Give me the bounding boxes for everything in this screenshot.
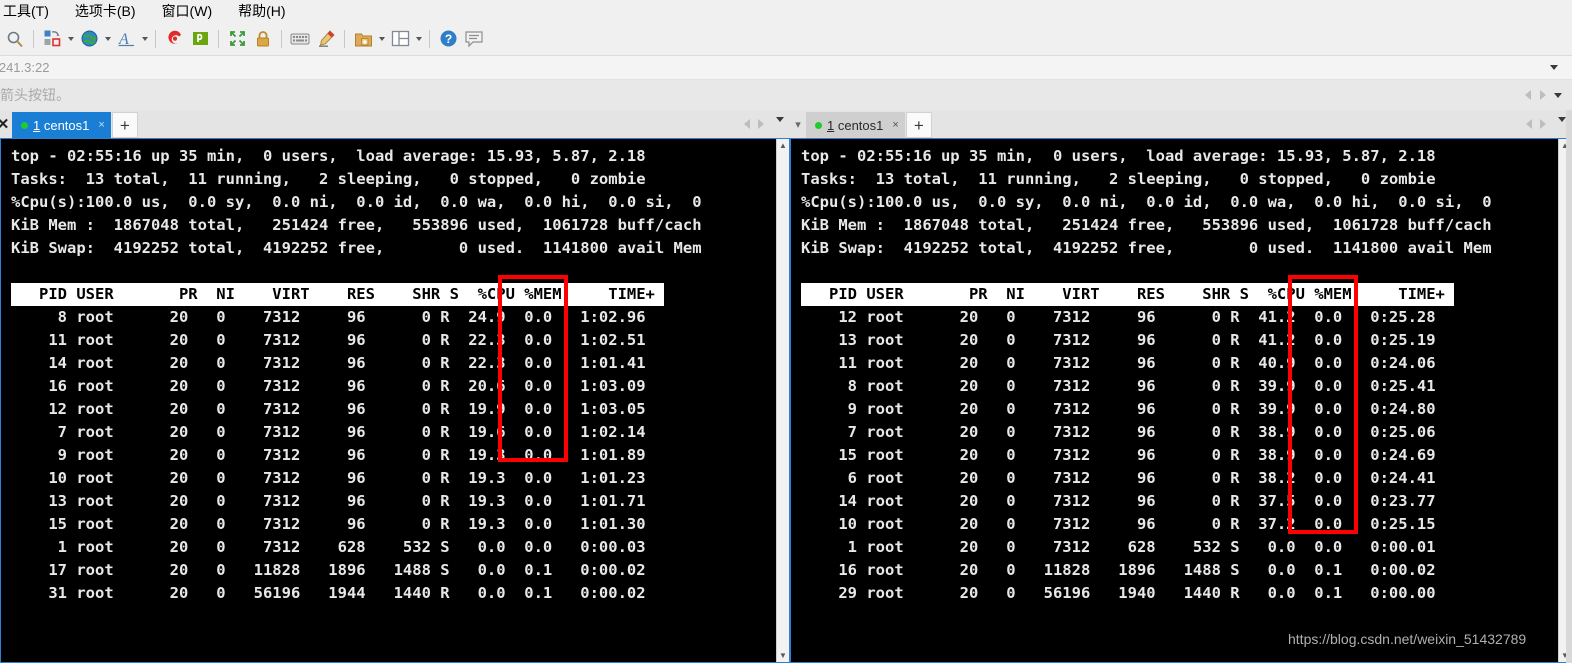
tab-strip-right: ▾ 1 centos1 × +	[790, 110, 1572, 138]
terminal-pane-left: ✕ 1 centos1 × + top - 02:55:16 up 35 min…	[0, 110, 790, 663]
tab-scroll-left-icon[interactable]	[744, 119, 750, 129]
app-window: 工具(T) 选项卡(B) 窗口(W) 帮助(H) A ? 241.3:22 箭头…	[0, 0, 1572, 663]
terminal-screen-right[interactable]: top - 02:55:16 up 35 min, 0 users, load …	[791, 139, 1558, 662]
terminal-text-right: top - 02:55:16 up 35 min, 0 users, load …	[801, 147, 1492, 602]
tab-close-icon-left[interactable]: ×	[98, 119, 104, 131]
highlighter-icon[interactable]	[313, 26, 339, 52]
toolbar-separator-5	[344, 29, 345, 48]
help-icon[interactable]: ?	[435, 26, 461, 52]
toolbar-separator-4	[281, 29, 282, 48]
search-icon[interactable]	[2, 26, 28, 52]
globe-chevron-down-icon[interactable]	[102, 26, 113, 52]
tab-centos1-right[interactable]: 1 centos1 ×	[806, 112, 905, 138]
chat-icon[interactable]	[461, 26, 487, 52]
window-right-edge	[1566, 110, 1572, 663]
address-chevron-down-icon[interactable]	[1550, 65, 1558, 70]
toolbar-separator-3	[218, 29, 219, 48]
tab-centos1-left[interactable]: 1 centos1 ×	[12, 112, 111, 138]
nav-next-icon[interactable]	[1540, 90, 1546, 100]
tab-status-dot-right	[815, 121, 822, 129]
address-bar[interactable]: 4.241.3:22	[0, 56, 1572, 80]
tab-nav-left[interactable]	[744, 110, 790, 138]
terminal-scrollbar-left[interactable]: ▲ ▼	[776, 139, 789, 662]
toolbar-separator-1	[33, 29, 34, 48]
menu-window[interactable]: 窗口(W)	[149, 0, 226, 22]
menu-tools[interactable]: 工具(T)	[0, 0, 62, 22]
terminal-window-right[interactable]: top - 02:55:16 up 35 min, 0 users, load …	[790, 138, 1572, 663]
terminal-screen-left[interactable]: top - 02:55:16 up 35 min, 0 users, load …	[1, 139, 776, 662]
tab-list-chevron-down-icon-right[interactable]	[1558, 116, 1566, 122]
lock-icon[interactable]	[250, 26, 276, 52]
tab-name-right: centos1	[834, 117, 884, 133]
session-manager-icon[interactable]	[39, 26, 65, 52]
tab-scroll-right-icon[interactable]	[758, 119, 764, 129]
new-tab-button-right[interactable]: +	[905, 112, 932, 138]
menu-tabs[interactable]: 选项卡(B)	[62, 0, 149, 22]
nav-prev-icon[interactable]	[1525, 90, 1531, 100]
tab-list-chevron-down-icon[interactable]	[776, 116, 784, 122]
svg-text:?: ?	[444, 32, 451, 46]
font-icon[interactable]: A	[113, 26, 139, 52]
tab-close-icon-right[interactable]: ×	[892, 119, 898, 131]
watermark: https://blog.csdn.net/weixin_51432789	[1288, 631, 1527, 647]
address-text: 4.241.3:22	[0, 60, 50, 75]
scrollbar-up-icon-left[interactable]: ▲	[777, 139, 789, 152]
tab-scroll-right-icon-right[interactable]	[1540, 119, 1546, 129]
terminal-window-left[interactable]: top - 02:55:16 up 35 min, 0 users, load …	[0, 138, 790, 663]
keyboard-icon[interactable]	[287, 26, 313, 52]
fullscreen-icon[interactable]	[224, 26, 250, 52]
new-tab-button-left[interactable]: +	[111, 112, 138, 138]
layout-chevron-down-icon[interactable]	[413, 26, 424, 52]
pane-close-icon-left[interactable]: ✕	[0, 110, 12, 138]
hint-nav-arrows[interactable]	[1525, 90, 1546, 100]
xagent-icon[interactable]	[187, 26, 213, 52]
pane-close-icon-right[interactable]: ▾	[790, 110, 806, 138]
toolbar-separator-2	[155, 29, 156, 48]
scrollbar-down-icon-left[interactable]: ▼	[777, 649, 789, 662]
new-tab-chevron-down-icon[interactable]	[376, 26, 387, 52]
tab-status-dot-left	[21, 121, 28, 129]
hint-text: 的箭头按钮。	[0, 87, 70, 103]
font-chevron-down-icon[interactable]	[139, 26, 150, 52]
terminal-pane-right: ▾ 1 centos1 × + top - 02:55:16 up 35 min…	[790, 110, 1572, 663]
tab-label-left: 1 centos1	[33, 118, 89, 133]
toolbar: A ?	[0, 22, 1572, 56]
menu-help[interactable]: 帮助(H)	[225, 0, 298, 22]
menu-bar: 工具(T) 选项卡(B) 窗口(W) 帮助(H)	[0, 0, 1572, 22]
hint-chevron-down-icon[interactable]	[1554, 92, 1562, 98]
xftp-icon[interactable]	[161, 26, 187, 52]
layout-icon[interactable]	[387, 26, 413, 52]
session-manager-chevron-down-icon[interactable]	[65, 26, 76, 52]
terminal-text-left: top - 02:55:16 up 35 min, 0 users, load …	[11, 147, 702, 602]
toolbar-separator-6	[429, 29, 430, 48]
hint-bar: 的箭头按钮。	[0, 80, 1572, 110]
new-tab-icon[interactable]	[350, 26, 376, 52]
tab-scroll-left-icon-right[interactable]	[1526, 119, 1532, 129]
tab-name-left: centos1	[40, 117, 90, 133]
globe-icon[interactable]	[76, 26, 102, 52]
tab-strip-left: ✕ 1 centos1 × +	[0, 110, 790, 138]
tab-label-right: 1 centos1	[827, 118, 883, 133]
